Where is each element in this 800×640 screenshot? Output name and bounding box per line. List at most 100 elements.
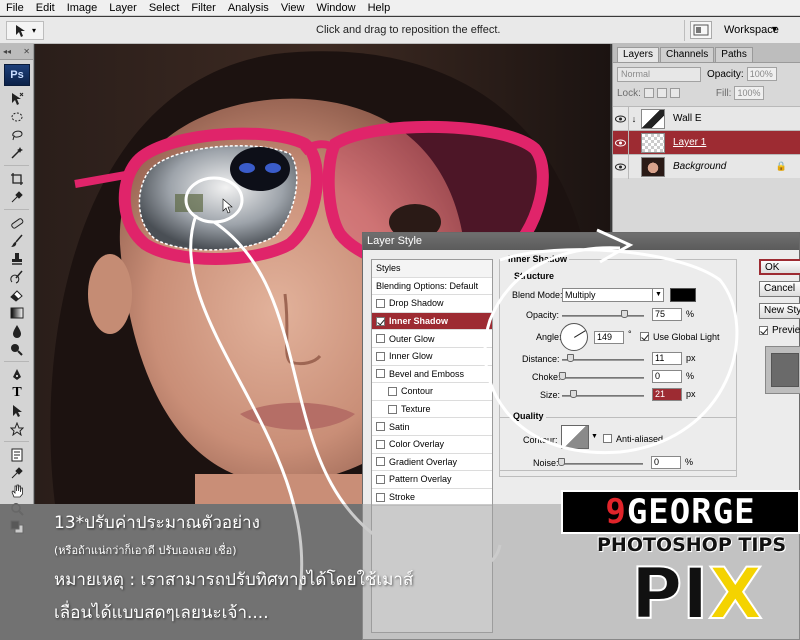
style-row-bevel-emboss[interactable]: Bevel and Emboss [372, 366, 492, 384]
lock-pixels-toggle[interactable] [656, 88, 667, 98]
checkbox[interactable] [376, 334, 385, 344]
lock-transparent-toggle[interactable] [643, 88, 654, 98]
distance-slider-knob[interactable] [567, 354, 575, 362]
checkbox[interactable] [376, 492, 385, 502]
hand-tool[interactable] [0, 482, 34, 500]
blur-tool[interactable] [0, 322, 34, 340]
angle-dial[interactable] [560, 323, 588, 351]
noise-slider-track[interactable] [561, 463, 643, 465]
tab-channels[interactable]: Channels [660, 47, 715, 62]
preview-checkbox[interactable] [759, 326, 768, 335]
clone-stamp-tool[interactable] [0, 250, 34, 268]
magic-wand-tool[interactable] [0, 144, 34, 162]
chevron-down-icon[interactable]: ▼ [591, 433, 598, 440]
layer-row-background[interactable]: Background 🔒 [613, 154, 800, 179]
style-row-color-overlay[interactable]: Color Overlay [372, 436, 492, 454]
workspace-switcher-icon[interactable] [690, 21, 712, 39]
style-row-texture[interactable]: Texture [372, 401, 492, 419]
menu-window[interactable]: Window [310, 0, 361, 16]
use-global-light-checkbox[interactable] [640, 332, 649, 341]
crop-tool[interactable] [0, 170, 34, 188]
eye-icon[interactable] [613, 106, 629, 131]
menu-image[interactable]: Image [61, 0, 104, 16]
distance-input[interactable]: 11 [652, 352, 682, 365]
eyedropper-tool[interactable] [0, 188, 34, 206]
opacity-slider-knob[interactable] [620, 310, 628, 318]
layer-row-layer-1[interactable]: Layer 1 [613, 130, 800, 155]
tools-panel-header[interactable]: ◂◂ ✕ [0, 44, 33, 60]
menu-edit[interactable]: Edit [30, 0, 61, 16]
contour-preview[interactable] [561, 425, 589, 449]
gradient-tool[interactable] [0, 304, 34, 322]
opacity-input[interactable]: 75 [652, 308, 682, 321]
style-row-drop-shadow[interactable]: Drop Shadow [372, 295, 492, 313]
shape-tool[interactable] [0, 420, 34, 438]
eyedropper-sample-tool[interactable] [0, 464, 34, 482]
pen-tool[interactable] [0, 366, 34, 384]
opacity-input[interactable]: 100% [746, 67, 777, 81]
checkbox[interactable] [376, 457, 385, 467]
lasso-tool[interactable] [0, 126, 34, 144]
eye-icon[interactable] [613, 130, 629, 155]
checkbox[interactable] [376, 351, 385, 361]
checkbox[interactable] [376, 474, 385, 484]
anti-aliased-checkbox[interactable] [603, 434, 612, 443]
cancel-button[interactable]: Cancel [759, 281, 800, 297]
dodge-tool[interactable] [0, 340, 34, 358]
style-row-blending-options[interactable]: Blending Options: Default [372, 278, 492, 296]
style-row-inner-glow[interactable]: Inner Glow [372, 348, 492, 366]
style-row-gradient-overlay[interactable]: Gradient Overlay [372, 454, 492, 472]
style-row-pattern-overlay[interactable]: Pattern Overlay [372, 471, 492, 489]
style-row-inner-shadow[interactable]: Inner Shadow [372, 312, 492, 331]
healing-brush-tool[interactable] [0, 214, 34, 232]
noise-slider-knob[interactable] [558, 458, 565, 466]
distance-slider-track[interactable] [562, 359, 644, 361]
shadow-color-swatch[interactable] [670, 288, 696, 302]
checkbox[interactable] [388, 386, 397, 396]
checkbox[interactable] [388, 404, 397, 414]
dialog-title[interactable]: Layer Style [363, 233, 799, 250]
chevron-down-icon[interactable]: ▼ [770, 24, 779, 34]
menu-file[interactable]: File [0, 0, 30, 16]
style-row-outer-glow[interactable]: Outer Glow [372, 330, 492, 348]
eye-icon[interactable] [613, 154, 629, 179]
ok-button[interactable]: OK [759, 259, 800, 275]
marquee-tool[interactable] [0, 108, 34, 126]
collapse-icon[interactable]: ◂◂ [3, 47, 11, 56]
brush-tool[interactable] [0, 232, 34, 250]
menu-view[interactable]: View [275, 0, 311, 16]
type-tool[interactable]: T [0, 384, 34, 402]
checkbox[interactable] [376, 369, 385, 379]
tab-paths[interactable]: Paths [715, 47, 753, 62]
move-tool[interactable] [0, 90, 34, 108]
menu-help[interactable]: Help [362, 0, 397, 16]
style-row-contour[interactable]: Contour [372, 383, 492, 401]
tab-layers[interactable]: Layers [617, 47, 660, 62]
menu-filter[interactable]: Filter [185, 0, 221, 16]
path-selection-tool[interactable] [0, 402, 34, 420]
eraser-tool[interactable] [0, 286, 34, 304]
opacity-slider-track[interactable] [562, 315, 644, 317]
chevron-down-icon[interactable]: ▼ [652, 288, 664, 302]
fill-input[interactable]: 100% [734, 86, 765, 100]
checkbox[interactable] [376, 298, 385, 308]
checkbox[interactable] [376, 439, 385, 449]
menu-select[interactable]: Select [143, 0, 186, 16]
layer-row-wall-e[interactable]: ↓ Wall E [613, 106, 800, 131]
notes-tool[interactable] [0, 446, 34, 464]
new-style-button[interactable]: New Style... [759, 303, 800, 319]
size-input[interactable]: 21 [652, 388, 682, 401]
style-row-styles[interactable]: Styles [372, 260, 492, 278]
checkbox[interactable] [376, 422, 385, 432]
angle-input[interactable]: 149 [594, 331, 624, 344]
style-row-satin[interactable]: Satin [372, 418, 492, 436]
menu-layer[interactable]: Layer [103, 0, 143, 16]
layer-blend-mode-select[interactable]: Normal [617, 66, 701, 82]
menu-analysis[interactable]: Analysis [222, 0, 275, 16]
blend-mode-select[interactable]: Multiply [562, 288, 664, 302]
close-icon[interactable]: ✕ [23, 47, 30, 56]
noise-input[interactable]: 0 [651, 456, 681, 469]
lock-position-toggle[interactable] [669, 88, 680, 98]
tool-preset-picker[interactable]: ▾ [6, 21, 44, 40]
choke-input[interactable]: 0 [652, 370, 682, 383]
